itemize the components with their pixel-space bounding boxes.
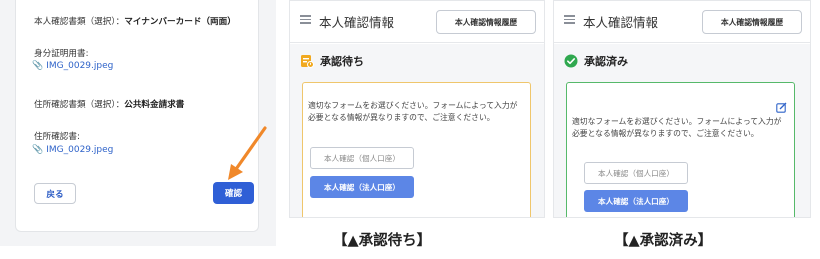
- edit-icon[interactable]: [776, 102, 787, 113]
- approved-status-panel: 本人確認情報 本人確認情報履歴 承認済み 適切なフォームをお選びください。フォー…: [553, 0, 811, 218]
- status-label: 承認済み: [584, 55, 628, 68]
- id-doc-file-link[interactable]: 📎 IMG_0029.jpeg: [32, 61, 113, 71]
- confirmation-card: 本人確認書類（選択）：マイナンバーカード（両面） 身分証明用書: 📎 IMG_0…: [15, 0, 259, 232]
- header: 本人確認情報 本人確認情報履歴: [290, 1, 544, 43]
- caption-approved: 【▲承認済み】: [614, 233, 713, 249]
- status-heading: 承認待ち: [300, 53, 364, 69]
- page-title: 本人確認情報: [319, 15, 395, 30]
- page-title: 本人確認情報: [583, 15, 659, 30]
- addr-doc-type-label: 住所確認書類（選択）：: [34, 100, 125, 110]
- pending-status-panel: 本人確認情報 本人確認情報履歴 承認待ち 適切なフォームをお選びください。フォー…: [289, 0, 545, 218]
- paperclip-icon: 📎: [32, 61, 44, 71]
- confirmation-screen: 本人確認書類（選択）：マイナンバーカード（両面） 身分証明用書: 📎 IMG_0…: [0, 0, 276, 246]
- caption-pending: 【▲承認待ち】: [333, 233, 432, 249]
- header: 本人確認情報 本人確認情報履歴: [554, 1, 810, 43]
- pending-document-icon: [301, 55, 314, 68]
- back-button[interactable]: 戻る: [34, 183, 76, 204]
- individual-account-button[interactable]: 本人確認（個人口座）: [310, 147, 414, 169]
- form-notice: 適切なフォームをお選びください。フォームによって入力が必要となる情報が異なります…: [308, 101, 518, 122]
- history-button[interactable]: 本人確認情報履歴: [436, 10, 536, 34]
- id-doc-file-name: IMG_0029.jpeg: [46, 61, 114, 71]
- addr-doc-type-value: 公共料金請求書: [124, 100, 185, 110]
- addr-doc-type-row: 住所確認書類（選択）：公共料金請求書: [34, 98, 184, 110]
- confirm-button[interactable]: 確認: [213, 182, 254, 204]
- addr-doc-label: 住所確認書:: [34, 132, 80, 142]
- form-notice: 適切なフォームをお選びください。フォームによって入力が必要となる情報が異なります…: [572, 117, 782, 138]
- id-doc-label: 身分証明用書:: [34, 49, 89, 59]
- status-label: 承認待ち: [320, 55, 364, 68]
- corporate-account-button[interactable]: 本人確認（法人口座）: [310, 176, 414, 198]
- hamburger-menu-icon[interactable]: [564, 15, 575, 24]
- addr-doc-file-link[interactable]: 📎 IMG_0029.jpeg: [32, 145, 113, 155]
- id-doc-type-value: マイナンバーカード（両面）: [124, 17, 236, 27]
- paperclip-icon: 📎: [32, 145, 44, 155]
- id-doc-type-label: 本人確認書類（選択）：: [34, 17, 125, 27]
- history-button[interactable]: 本人確認情報履歴: [702, 10, 802, 34]
- addr-doc-file-name: IMG_0029.jpeg: [46, 145, 114, 155]
- arrow-pointer-icon: [228, 126, 267, 180]
- corporate-account-button[interactable]: 本人確認（法人口座）: [584, 190, 688, 212]
- individual-account-button[interactable]: 本人確認（個人口座）: [584, 162, 688, 184]
- status-heading: 承認済み: [564, 53, 628, 69]
- hamburger-menu-icon[interactable]: [300, 15, 311, 24]
- id-doc-type-row: 本人確認書類（選択）：マイナンバーカード（両面）: [34, 15, 236, 27]
- check-circle-icon: [564, 54, 578, 68]
